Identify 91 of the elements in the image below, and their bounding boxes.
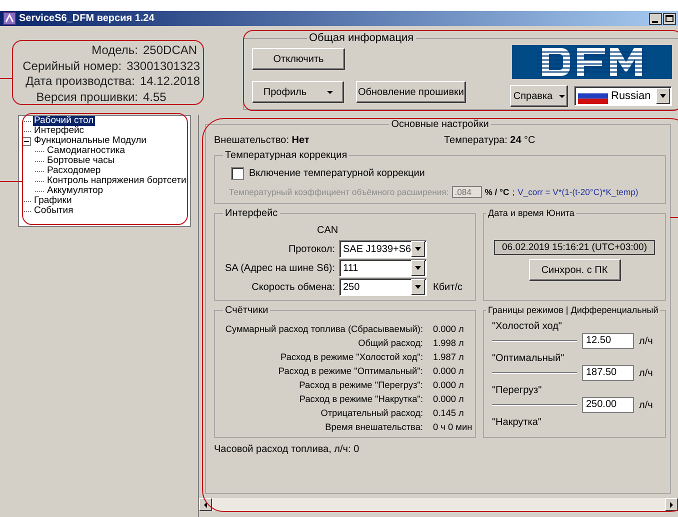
collapse-icon[interactable]	[22, 136, 31, 146]
unit-label: Кбит/с	[433, 282, 462, 292]
group-title: Счётчики	[224, 305, 270, 316]
bus-label: CAN	[317, 224, 338, 236]
app-icon	[3, 12, 16, 25]
info-value: 14.12.2018	[140, 74, 200, 88]
mode-label: "Холостой ход"	[492, 321, 563, 333]
leader-line	[670, 217, 678, 218]
info-label: Серийный номер:	[22, 58, 123, 73]
mode-label: "Оптимальный"	[492, 353, 566, 365]
counter-label: Расход в режиме "Холостой ход":	[280, 351, 423, 364]
counter-label: Суммарный расход топлива (Сбрасываемый):	[224, 323, 423, 336]
scroll-right-icon[interactable]	[665, 498, 678, 511]
dropdown[interactable]: 111	[339, 259, 427, 277]
counter-label: Общий расход:	[357, 337, 423, 350]
leader-line	[0, 78, 12, 79]
counter-label: Время внешательства:	[324, 421, 423, 434]
info-label: Дата производства:	[24, 74, 136, 88]
group-title: Интерфейс	[224, 208, 279, 219]
info-value: 4.55	[143, 90, 166, 104]
checkbox-label: Включение температурной коррекции	[249, 168, 425, 179]
tree-item[interactable]: События	[33, 206, 74, 216]
tree-item[interactable]: Интерфейс	[33, 126, 86, 136]
help-button[interactable]: Справка	[510, 85, 568, 107]
tree-item[interactable]: Рабочий стол	[33, 116, 95, 126]
group-title: Общая информация	[308, 32, 415, 44]
counter-value: 0.000 л	[432, 393, 464, 406]
counter-label: Расход в режиме "Накрутка":	[298, 393, 423, 406]
dropdown[interactable]: 250	[339, 278, 427, 296]
dropdown[interactable]: SAE J1939+S6	[339, 240, 427, 258]
counter-value: 0.000 л	[432, 379, 464, 392]
tree-item[interactable]: Контроль напряжения бортсети	[46, 176, 188, 186]
checkbox[interactable]	[231, 167, 244, 180]
info-label: Версия прошивки:	[35, 90, 139, 104]
maximize-button[interactable]	[663, 12, 676, 24]
window-title: ServiceS6_DFM версия 1.24	[19, 13, 154, 24]
tree-item[interactable]: Функциональные Модули	[33, 136, 148, 146]
tree-item[interactable]: Аккумулятор	[46, 186, 104, 196]
counter-value: 0.145 л	[432, 407, 464, 420]
counter-value: 1.998 л	[432, 337, 464, 350]
hourly-label: Часовой расход топлива, л/ч:	[214, 444, 351, 455]
unit-label: % / °C	[484, 187, 510, 197]
status-label: Внешательство:	[214, 135, 289, 146]
tree-item[interactable]: Бортовые часы	[46, 156, 116, 166]
dropdown-arrow-icon	[326, 90, 333, 94]
limit-field[interactable]: 250.00	[582, 397, 634, 413]
counter-label: Расход в режиме "Оптимальный":	[277, 365, 423, 378]
counter-value: 0.000 л	[432, 323, 464, 336]
info-label: Модель:	[90, 43, 139, 58]
hourly-value: 0	[354, 444, 360, 455]
unit-label: л/ч	[639, 336, 654, 346]
limit-field[interactable]: 12.50	[582, 333, 634, 349]
field-label: SA (Адрес на шине S6):	[224, 262, 336, 274]
status-value: 24	[510, 135, 522, 146]
separator-text: ;	[512, 187, 515, 197]
field-label: Протокол:	[287, 244, 336, 254]
counter-label: Отрицательный расход:	[320, 407, 423, 420]
counter-value: 0.000 л	[432, 365, 464, 378]
datetime-display: 06.02.2019 15:16:21 (UTC+03:00)	[494, 240, 655, 255]
mode-label: "Накрутка"	[492, 417, 542, 429]
info-value: 33001301323	[126, 58, 200, 73]
info-value: 250DCAN	[143, 43, 198, 58]
minimize-button[interactable]	[649, 12, 662, 24]
counter-label: Расход в режиме "Перегруз":	[298, 379, 423, 392]
tree-item[interactable]: Самодиагностика	[46, 146, 126, 156]
disconnect-button[interactable]: Отключить	[252, 48, 345, 70]
tree-item[interactable]: Расходомер	[46, 166, 102, 176]
group-title: Температурная коррекция	[224, 150, 348, 161]
toolbar-button[interactable]: Обновление прошивки	[356, 81, 466, 103]
dropdown-arrow-icon	[558, 94, 565, 98]
counter-value: 0 ч 0 мин	[432, 421, 472, 434]
limit-field[interactable]: 187.50	[582, 365, 634, 381]
counter-value: 1.987 л	[432, 351, 464, 364]
sync-button[interactable]: Синхрон. с ПК	[528, 259, 620, 281]
status-label: Температура:	[444, 135, 508, 146]
leader-line	[0, 181, 22, 182]
group-title: Основные настройки	[390, 119, 490, 130]
unit-label: л/ч	[639, 368, 654, 378]
group-title: Дата и время Юнита	[487, 208, 576, 218]
field-label: Скорость обмена:	[250, 282, 336, 292]
unit-label: л/ч	[639, 400, 654, 410]
status-value: Нет	[292, 135, 310, 146]
field-label: Температурный коэффициент объёмного расширения:	[229, 187, 449, 197]
mode-label: "Перегруз"	[492, 385, 543, 397]
language-dropdown[interactable]: Russian	[574, 86, 672, 106]
scroll-left-icon[interactable]	[199, 498, 212, 511]
unit-label: °C	[524, 135, 536, 146]
group-title: Границы режимов | Дифференциальный	[487, 305, 660, 315]
formula-text: V_corr = V*(1-(t-20°C)*K_temp)	[518, 187, 638, 197]
tree-item[interactable]: Графики	[33, 196, 73, 206]
toolbar-button[interactable]: Профиль	[252, 81, 344, 103]
